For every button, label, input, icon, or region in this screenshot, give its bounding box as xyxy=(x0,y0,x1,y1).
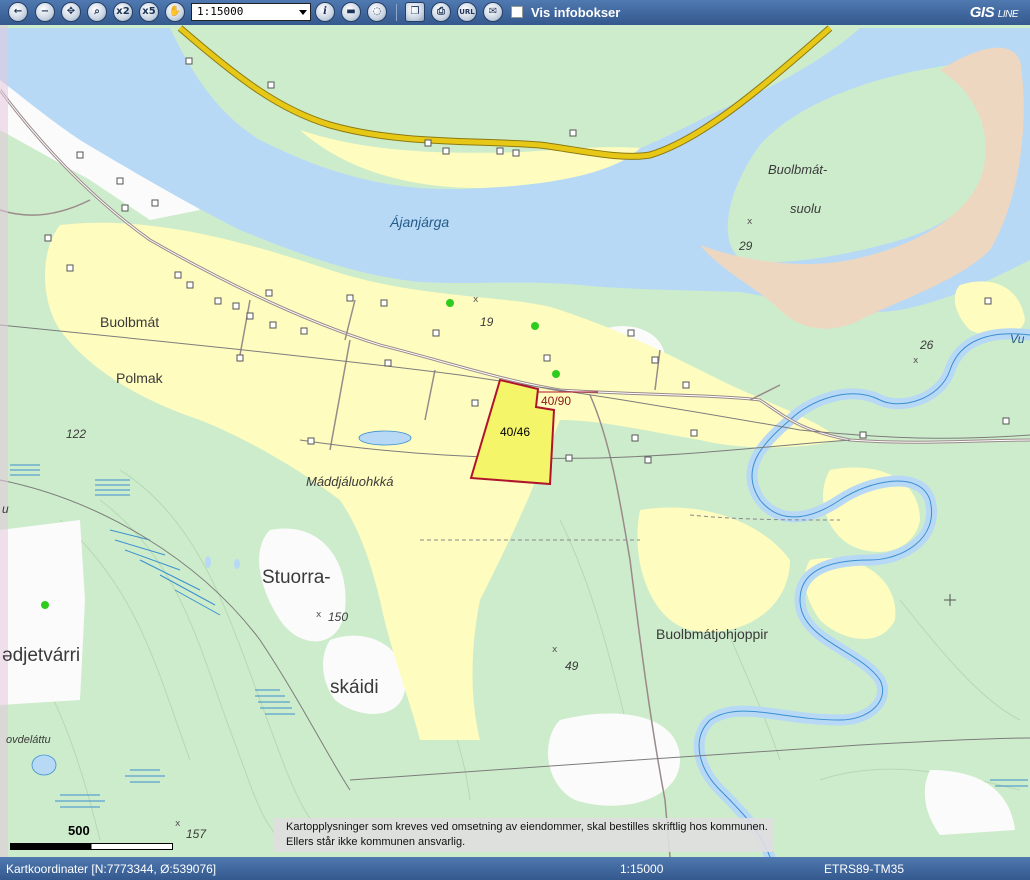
printer-icon: ⎙ xyxy=(437,6,445,17)
elevation-150: 150 xyxy=(328,610,348,624)
elevation-157: 157 xyxy=(186,827,207,841)
svg-text:x: x xyxy=(473,295,479,305)
toolbar-divider xyxy=(396,4,397,21)
svg-text:x: x xyxy=(316,610,322,620)
scale-bar-graphic xyxy=(10,843,173,850)
scale-select[interactable]: 1:15000 xyxy=(191,3,311,21)
status-bar: Kartkoordinater [N:7773344, Ø:539076] 1:… xyxy=(0,857,1030,880)
tile-edge xyxy=(0,25,8,857)
pond xyxy=(358,430,412,446)
coordinate-system: ETRS89-TM35 xyxy=(824,862,905,876)
svg-text:x: x xyxy=(552,645,558,655)
email-button[interactable]: ✉ xyxy=(483,2,503,22)
pond xyxy=(234,559,240,569)
zoom-x5-icon: x5 xyxy=(142,6,156,17)
copy-icon: ❐ xyxy=(410,6,420,17)
island-label-1: Buolbmát- xyxy=(768,162,828,177)
map-toolbar: ← − ✥ ⌕ x2 x5 ✋ 1:15000 i ▬ ◌ ❐ ⎙ URL ✉ … xyxy=(0,0,1030,26)
edge-label-vu: Vu xyxy=(1010,332,1025,346)
river-label: Ájanjárga xyxy=(389,214,449,230)
measure-button[interactable]: ▬ xyxy=(341,2,361,22)
elevation-122: 122 xyxy=(66,427,86,441)
disclaimer-box: Kartopplysninger som kreves ved omsetnin… xyxy=(274,818,773,852)
neighbor-parcel-label: 40/90 xyxy=(541,394,571,408)
svg-text:x: x xyxy=(913,356,919,366)
pond xyxy=(205,556,211,568)
svg-text:x: x xyxy=(175,819,181,829)
map-coordinates: Kartkoordinater [N:7773344, Ø:539076] xyxy=(6,862,217,876)
scale-select-value: 1:15000 xyxy=(197,5,244,18)
hill-label-west: ədjetvárri xyxy=(2,645,80,666)
elevation-26: 26 xyxy=(919,338,934,352)
hill-label-1: Stuorra- xyxy=(262,567,331,588)
zoom-x2-icon: x2 xyxy=(116,6,130,17)
back-button[interactable]: ← xyxy=(8,2,28,22)
elevation-49: 49 xyxy=(565,659,579,673)
zoom-out-icon: − xyxy=(40,6,50,17)
print-button[interactable]: ⎙ xyxy=(431,2,451,22)
magnifier-icon: ⌕ xyxy=(94,6,100,17)
gisline-logo: GIS LINE xyxy=(969,4,1019,21)
envelope-icon: ✉ xyxy=(488,6,498,17)
infobox-label: Vis infobokser xyxy=(531,5,621,20)
arrow-left-icon: ← xyxy=(13,6,23,17)
disclaimer-line-1: Kartopplysninger som kreves ved omsetnin… xyxy=(286,821,768,833)
move-arrows-icon: ✥ xyxy=(66,6,76,17)
field-label: Máddjáluohkká xyxy=(306,474,393,489)
hill-label-2: skáidi xyxy=(330,677,379,698)
map-canvas[interactable]: Ájanjárga Buolbmát- suolu Buolbmát Polma… xyxy=(0,25,1030,857)
zoom-x2-button[interactable]: x2 xyxy=(113,2,133,22)
island-label-2: suolu xyxy=(790,201,821,216)
zoom-out-button[interactable]: − xyxy=(35,2,55,22)
infobox-checkbox[interactable] xyxy=(511,6,523,18)
pan-hand-button[interactable]: ✋ xyxy=(165,2,185,22)
village-label-polmak: Polmak xyxy=(116,370,164,386)
zoom-in-button[interactable]: ⌕ xyxy=(87,2,107,22)
area-icon: ◌ xyxy=(372,6,382,17)
elevation-19: 19 xyxy=(480,315,494,329)
status-scale: 1:15000 xyxy=(620,862,664,876)
url-icon: URL xyxy=(459,8,475,16)
pan-all-button[interactable]: ✥ xyxy=(61,2,81,22)
edge-label-u: u xyxy=(2,502,9,516)
info-button[interactable]: i xyxy=(315,2,335,22)
ruler-icon: ▬ xyxy=(346,6,356,17)
chevron-down-icon xyxy=(299,10,307,15)
village-label-buolbmat: Buolbmát xyxy=(100,314,159,330)
disclaimer-line-2: Ellers står ikke kommunen ansvarlig. xyxy=(286,836,466,848)
svg-text:x: x xyxy=(747,217,753,227)
map-svg: Ájanjárga Buolbmát- suolu Buolbmát Polma… xyxy=(0,25,1030,857)
hand-icon: ✋ xyxy=(168,6,182,17)
zoom-x5-button[interactable]: x5 xyxy=(139,2,159,22)
selected-parcel-label: 40/46 xyxy=(500,425,530,439)
creek-label: Buolbmátjohjoppir xyxy=(656,626,768,642)
valley-label: ovdeláttu xyxy=(6,734,51,746)
pond xyxy=(31,754,57,776)
copy-button[interactable]: ❐ xyxy=(405,2,425,22)
area-button[interactable]: ◌ xyxy=(367,2,387,22)
info-icon: i xyxy=(323,6,327,17)
elevation-29: 29 xyxy=(738,239,753,253)
url-button[interactable]: URL xyxy=(457,2,477,22)
